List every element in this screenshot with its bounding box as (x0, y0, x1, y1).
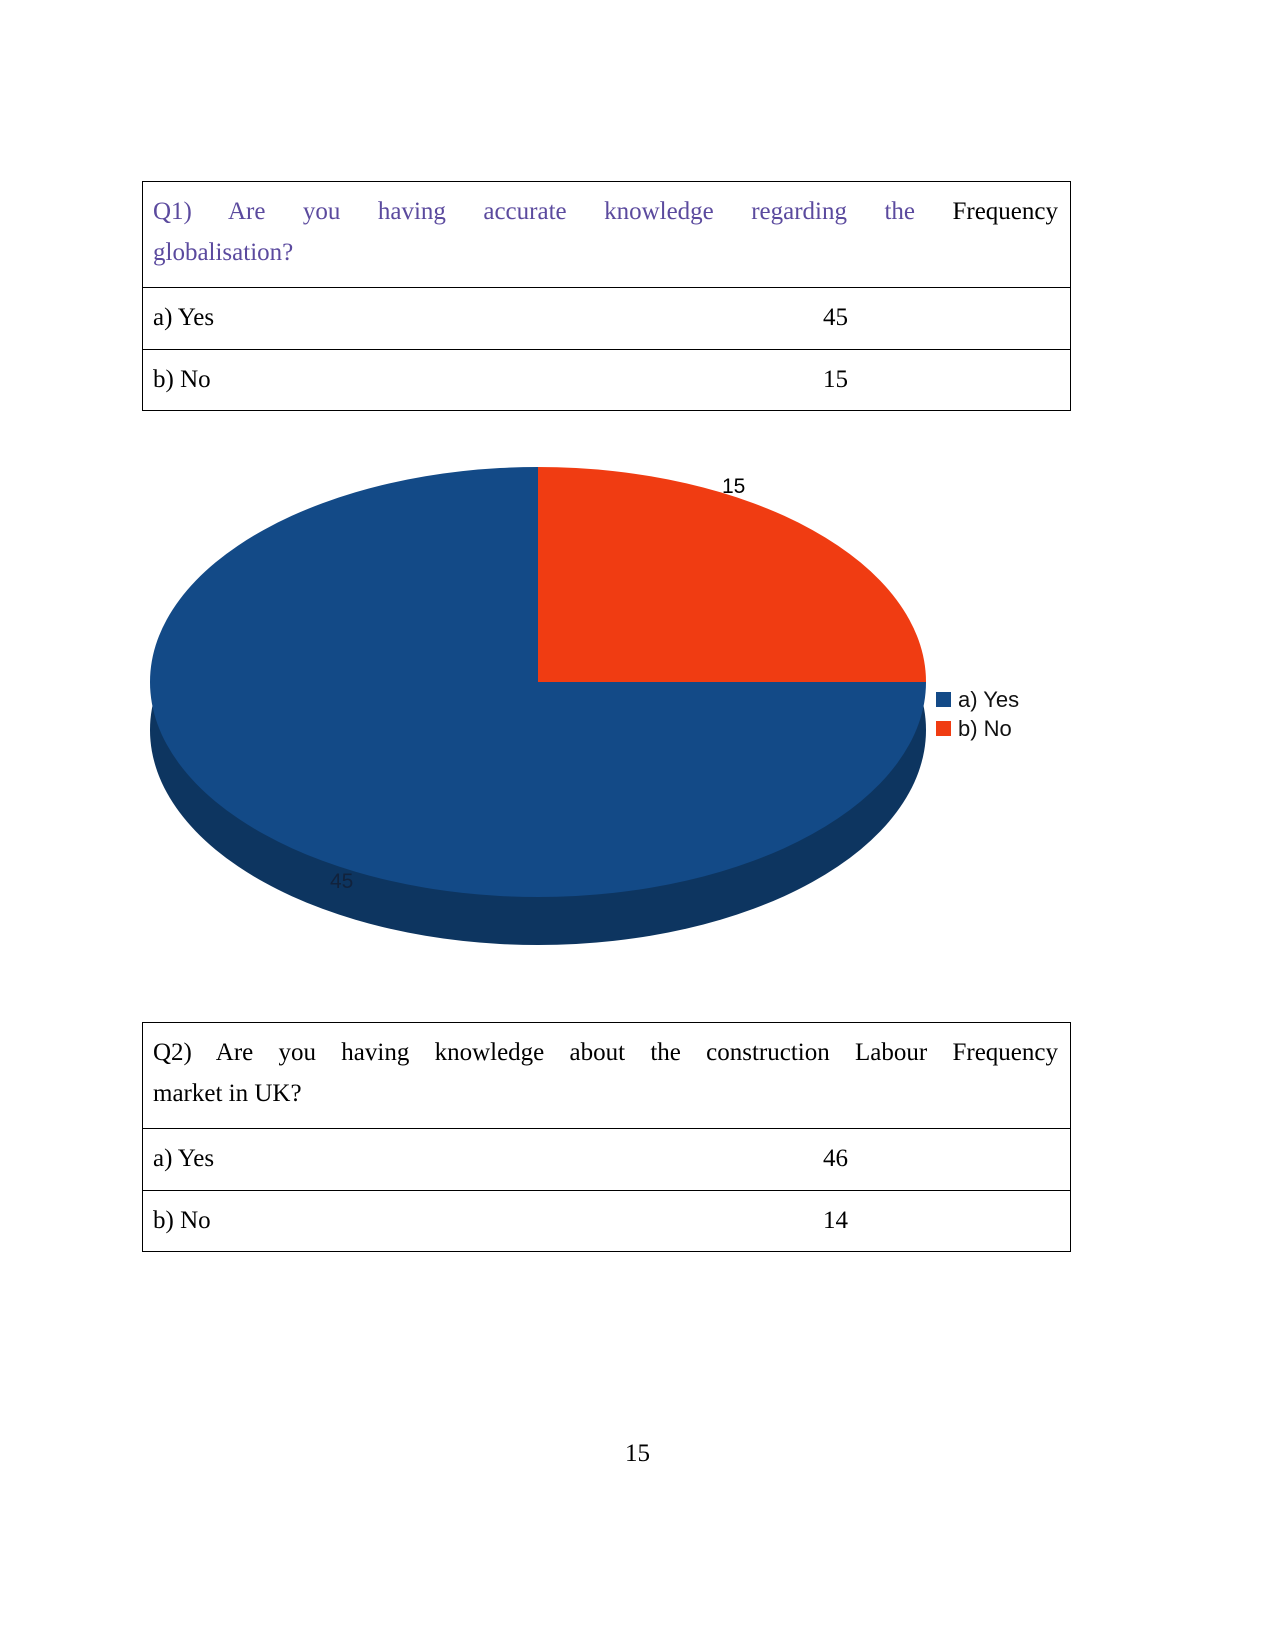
option-label: b) No (153, 1206, 211, 1234)
question-table-q2: Q2) Are you having knowledge about the c… (142, 1022, 1071, 1252)
legend-swatch-no-icon (936, 721, 951, 736)
legend-swatch-yes-icon (936, 692, 951, 707)
question-table-q1: Q1) Are you having accurate knowledge re… (142, 181, 1071, 411)
question-header-cell: Q2) Are you having knowledge about the c… (142, 1022, 1071, 1129)
pie-data-label-no: 15 (722, 475, 746, 498)
option-value: 15 (823, 365, 848, 393)
option-cell-q2-no: b) No 14 (142, 1189, 1071, 1252)
table-row: b) No 15 (142, 348, 1071, 411)
table-row: b) No 14 (142, 1189, 1071, 1252)
question-text-q1-line2: globalisation? (153, 238, 294, 266)
question-header-cell: Q1) Are you having accurate knowledge re… (142, 181, 1071, 288)
pie-data-label-yes: 45 (330, 870, 354, 893)
pie-chart-graphic (150, 467, 926, 945)
frequency-column-header-q1: Frequency (952, 198, 1059, 225)
pie-slice-no (538, 467, 926, 682)
legend-item-no[interactable]: b) No (936, 714, 1019, 743)
table-row: a) Yes 46 (142, 1128, 1071, 1191)
option-value: 45 (823, 304, 848, 331)
option-label: b) No (153, 365, 211, 393)
chart-legend: a) Yes b) No (936, 685, 1019, 743)
option-cell-q1-no: b) No 15 (142, 348, 1071, 411)
legend-item-yes[interactable]: a) Yes (936, 685, 1019, 714)
table-row: a) Yes 45 (142, 287, 1071, 350)
table-header-row: Q2) Are you having knowledge about the c… (142, 1022, 1071, 1129)
option-label: a) Yes (153, 1145, 215, 1172)
option-label: a) Yes (153, 304, 215, 331)
option-cell-q2-yes: a) Yes 46 (142, 1128, 1071, 1191)
pie-chart-q1: 15 45 a) Yes b) No (150, 440, 1080, 980)
legend-label-no: b) No (958, 715, 1012, 741)
table-header-row: Q1) Are you having accurate knowledge re… (142, 181, 1071, 288)
frequency-column-header-q2: Frequency (952, 1039, 1058, 1066)
option-value: 14 (823, 1206, 848, 1234)
question-text-q2: Q2) Are you having knowledge about the c… (153, 1039, 928, 1066)
option-value: 46 (823, 1145, 848, 1172)
question-text-q2-line2: market in UK? (153, 1079, 302, 1107)
legend-label-yes: a) Yes (958, 686, 1020, 712)
question-text-q1: Q1) Are you having accurate knowledge re… (153, 198, 916, 225)
option-cell-q1-yes: a) Yes 45 (142, 287, 1071, 350)
page-number: 15 (625, 1440, 650, 1467)
